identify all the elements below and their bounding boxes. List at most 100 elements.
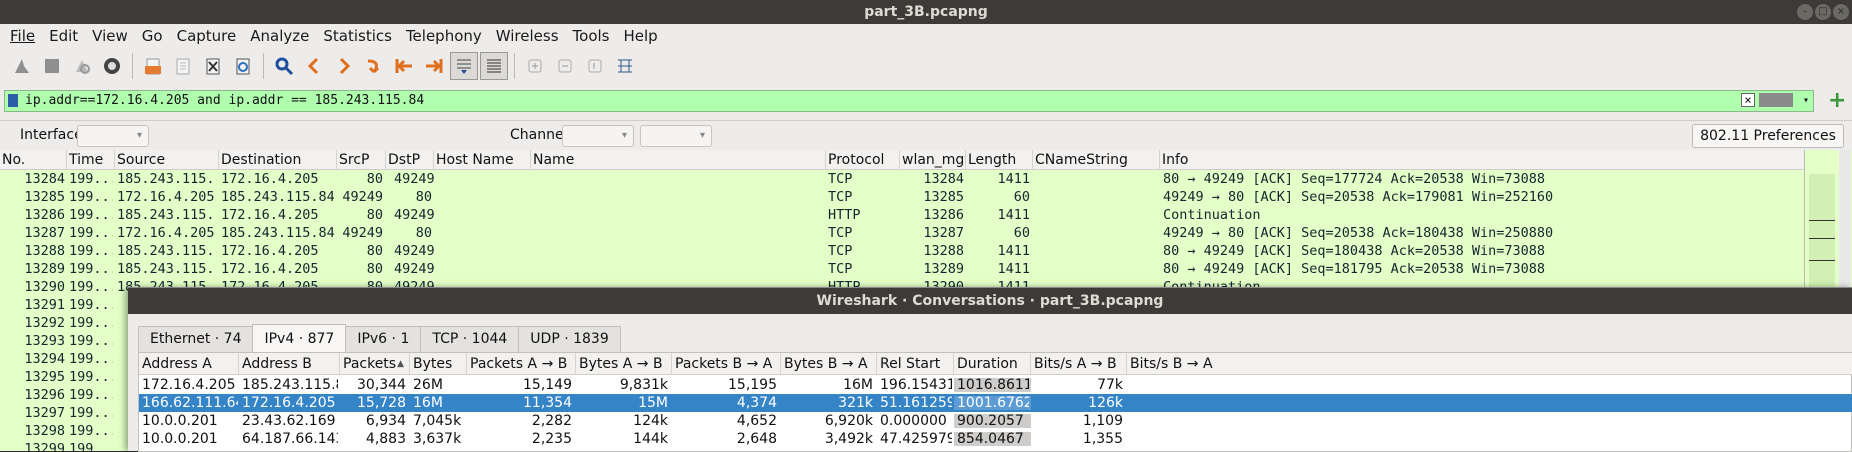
colorize-icon[interactable] bbox=[480, 52, 508, 80]
col-header-time[interactable]: Time bbox=[67, 150, 115, 170]
col-header-bytes[interactable]: Bytes bbox=[410, 353, 467, 375]
packet-row[interactable]: 13287 199... 172.16.4.205 185.243.115.84… bbox=[0, 224, 1804, 242]
packet-dstport: 80 bbox=[415, 189, 432, 205]
menu-help[interactable]: Help bbox=[623, 27, 657, 45]
shark-fin-start-icon[interactable] bbox=[8, 52, 36, 80]
bookmark-icon[interactable] bbox=[8, 94, 18, 107]
go-first-icon[interactable] bbox=[390, 52, 418, 80]
col-header-host-name[interactable]: Host Name bbox=[434, 150, 531, 170]
col-header-no[interactable]: No. bbox=[0, 150, 67, 170]
conversation-table[interactable]: Address A Address B Packets ▲ Bytes Pack… bbox=[138, 352, 1852, 452]
col-header-srcp[interactable]: SrcP bbox=[337, 150, 386, 170]
filter-history-dropdown-icon[interactable]: ▾ bbox=[1803, 91, 1809, 111]
menu-telephony[interactable]: Telephony bbox=[406, 27, 482, 45]
resize-columns-icon[interactable] bbox=[611, 52, 639, 80]
conv-address-b: 185.243.115.84 bbox=[242, 377, 338, 393]
tab-udp[interactable]: UDP · 1839 bbox=[518, 326, 621, 352]
menu-view[interactable]: View bbox=[92, 27, 128, 45]
col-header-name[interactable]: Name bbox=[531, 150, 826, 170]
add-filter-button-icon[interactable]: + bbox=[1828, 88, 1846, 113]
interface-select[interactable]: ▾ bbox=[77, 125, 149, 147]
go-forward-icon[interactable] bbox=[330, 52, 358, 80]
menu-go[interactable]: Go bbox=[142, 27, 163, 45]
tab-ethernet[interactable]: Ethernet · 74 bbox=[138, 326, 254, 352]
capture-options-icon[interactable] bbox=[98, 52, 126, 80]
col-header-packets[interactable]: Packets ▲ bbox=[340, 353, 410, 375]
col-header-packets-b-a[interactable]: Packets B → A bbox=[672, 353, 781, 375]
packet-time: 199... bbox=[69, 279, 113, 295]
save-file-icon[interactable] bbox=[169, 52, 197, 80]
menu-edit[interactable]: Edit bbox=[49, 27, 78, 45]
clear-filter-icon[interactable]: × bbox=[1741, 93, 1755, 107]
go-back-icon[interactable] bbox=[300, 52, 328, 80]
tab-ipv6[interactable]: IPv6 · 1 bbox=[345, 326, 422, 352]
col-header-rel-start[interactable]: Rel Start bbox=[877, 353, 954, 375]
col-header-bytes-a-b[interactable]: Bytes A → B bbox=[576, 353, 672, 375]
conversation-row[interactable]: 10.0.0.201 23.43.62.169 6,934 7,045k 2,2… bbox=[139, 412, 1852, 430]
col-header-dstp[interactable]: DstP bbox=[386, 150, 434, 170]
packet-destination: 172.16.4.205 bbox=[221, 207, 319, 223]
channel-select[interactable]: ▾ bbox=[562, 125, 634, 147]
packet-source: 185.243.115... bbox=[117, 261, 217, 277]
packet-row[interactable]: 13284 199... 185.243.115... 172.16.4.205… bbox=[0, 170, 1804, 188]
col-header-destination[interactable]: Destination bbox=[219, 150, 337, 170]
close-file-icon[interactable] bbox=[199, 52, 227, 80]
col-header-protocol[interactable]: Protocol bbox=[826, 150, 900, 170]
autoscroll-icon[interactable] bbox=[450, 52, 478, 80]
menu-statistics[interactable]: Statistics bbox=[323, 27, 392, 45]
apply-filter-icon[interactable] bbox=[1759, 93, 1793, 107]
zoom-in-icon[interactable] bbox=[521, 52, 549, 80]
packet-row[interactable]: 13286 199... 185.243.115... 172.16.4.205… bbox=[0, 206, 1804, 224]
conv-bytes-a-b: 124k bbox=[633, 413, 668, 429]
packet-no: 13297 bbox=[24, 405, 65, 421]
open-file-icon[interactable] bbox=[139, 52, 167, 80]
packet-destination: 185.243.115.84 bbox=[221, 189, 335, 205]
col-header-address-b[interactable]: Address B bbox=[239, 353, 340, 375]
find-packet-icon[interactable] bbox=[270, 52, 298, 80]
packet-row[interactable]: 13289 199... 185.243.115... 172.16.4.205… bbox=[0, 260, 1804, 278]
tab-ipv4[interactable]: IPv4 · 877 bbox=[252, 324, 347, 352]
close-icon[interactable]: × bbox=[1833, 4, 1849, 20]
sort-ascending-icon: ▲ bbox=[397, 359, 404, 369]
go-last-icon[interactable] bbox=[420, 52, 448, 80]
col-header-bits-b-a[interactable]: Bits/s B → A bbox=[1127, 353, 1852, 375]
tab-tcp[interactable]: TCP · 1044 bbox=[420, 326, 520, 352]
packet-protocol: TCP bbox=[828, 261, 853, 277]
stop-capture-icon[interactable] bbox=[38, 52, 66, 80]
menu-wireless[interactable]: Wireless bbox=[496, 27, 559, 45]
menu-capture[interactable]: Capture bbox=[177, 27, 237, 45]
display-filter-input[interactable]: ip.addr==172.16.4.205 and ip.addr == 185… bbox=[4, 90, 1814, 112]
normal-size-icon[interactable] bbox=[581, 52, 609, 80]
packet-srcport: 80 bbox=[366, 243, 383, 259]
minimize-icon[interactable]: – bbox=[1797, 4, 1813, 20]
conversation-row[interactable]: 172.16.4.205 185.243.115.84 30,344 26M 1… bbox=[139, 376, 1852, 394]
conv-packets-a-b: 2,235 bbox=[531, 431, 572, 447]
packet-row[interactable]: 13285 199... 172.16.4.205 185.243.115.84… bbox=[0, 188, 1804, 206]
menu-file[interactable]: File bbox=[10, 27, 35, 45]
conversation-row-selected[interactable]: 166.62.111.64 172.16.4.205 15,728 16M 11… bbox=[139, 394, 1852, 412]
menu-analyze[interactable]: Analyze bbox=[250, 27, 309, 45]
zoom-out-icon[interactable] bbox=[551, 52, 579, 80]
packet-row[interactable]: 13288 199... 185.243.115... 172.16.4.205… bbox=[0, 242, 1804, 260]
col-header-duration[interactable]: Duration bbox=[954, 353, 1031, 375]
col-header-packets-label: Packets bbox=[343, 356, 397, 372]
col-header-wlan-mgt[interactable]: wlan_mgt.s bbox=[900, 150, 966, 170]
col-header-info[interactable]: Info bbox=[1160, 150, 1804, 170]
go-to-packet-icon[interactable] bbox=[360, 52, 388, 80]
col-header-address-a[interactable]: Address A bbox=[139, 353, 239, 375]
menu-tools[interactable]: Tools bbox=[573, 27, 610, 45]
col-header-source[interactable]: Source bbox=[115, 150, 219, 170]
display-filter-text: ip.addr==172.16.4.205 and ip.addr == 185… bbox=[25, 93, 425, 108]
conv-bytes-b-a: 321k bbox=[838, 395, 873, 411]
conversation-row[interactable]: 10.0.0.201 64.187.66.143 4,883 3,637k 2,… bbox=[139, 430, 1852, 448]
col-header-length[interactable]: Length bbox=[966, 150, 1033, 170]
col-header-bits-a-b[interactable]: Bits/s A → B bbox=[1031, 353, 1127, 375]
col-header-bytes-b-a[interactable]: Bytes B → A bbox=[781, 353, 877, 375]
maximize-icon[interactable]: □ bbox=[1815, 4, 1831, 20]
wlan-preferences-button[interactable]: 802.11 Preferences bbox=[1692, 124, 1844, 148]
col-header-packets-a-b[interactable]: Packets A → B bbox=[467, 353, 576, 375]
reload-file-icon[interactable] bbox=[229, 52, 257, 80]
restart-capture-icon[interactable] bbox=[68, 52, 96, 80]
col-header-cnamestring[interactable]: CNameString bbox=[1033, 150, 1160, 170]
channel-width-select[interactable]: ▾ bbox=[640, 125, 712, 147]
